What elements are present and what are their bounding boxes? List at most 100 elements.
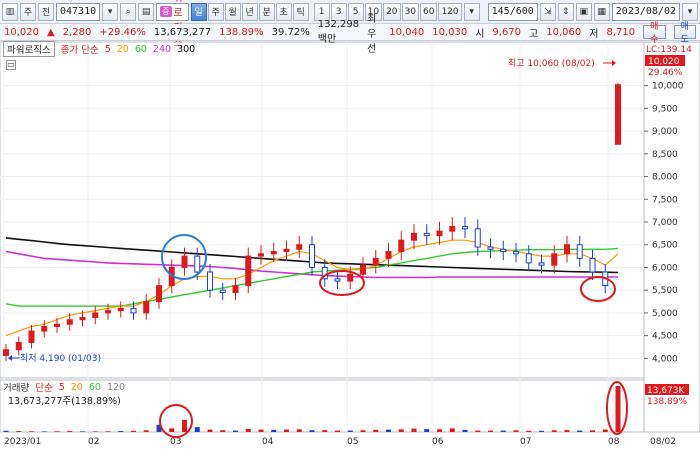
candle-body [487,246,494,250]
bar-count-input[interactable]: 145 /600 [487,2,538,21]
trade-amount: 132,298백만 [317,19,360,45]
volume-bar [577,430,583,432]
candle-body [474,228,481,248]
all-toggle-button[interactable]: 전 [38,2,54,21]
price-change: 2,280 [62,26,92,38]
date-dropdown-icon[interactable]: ▾ [682,2,698,21]
chart-type-icon[interactable]: ▤ [138,2,155,21]
zoom-icon[interactable]: ⇲ [539,2,556,21]
calendar-icon[interactable]: ▦ [593,2,610,21]
search-icon[interactable]: ⌕ [120,2,137,21]
interval-tabs: 1 3 5 10 20 30 60 120 [313,2,462,21]
volume-bar [398,429,404,432]
legend-stock-name[interactable]: 파워로직스 [3,41,55,57]
vol-pct-tag: 138.89% [647,397,687,407]
legend-ma-60[interactable]: 60 [135,44,147,55]
quote-bar: 10,020 ▲ 2,280 +29.46% 13,673,277 138.89… [0,14,700,55]
legend-ma-240[interactable]: 240 [153,44,171,55]
x-tick-label: 02 [88,437,99,447]
y-tick-label: 6,000 [652,263,678,273]
period-tab-6[interactable]: 틱 [292,2,309,21]
interval-tab-3[interactable]: 3 [330,2,347,21]
sell-button[interactable]: 매도 [673,22,696,45]
buy-button[interactable]: 매수 [643,22,666,45]
volume-bar [513,430,519,432]
best-bid: 10,030 [432,26,468,38]
period-selector[interactable]: 주 [20,2,36,21]
legend-collapse-icon[interactable]: ▭ [6,60,16,70]
candle-body [79,316,86,321]
period-tab-1[interactable]: 주 [207,2,224,21]
legend-volume-ma-label: 단순 [35,383,53,394]
y-tick-label: 9,500 [652,104,678,114]
candle-body [615,84,621,145]
expand-icon[interactable]: ⇕ [557,2,574,21]
stock-name-field[interactable]: 증 파워로직스 [156,0,189,49]
interval-tab-120[interactable]: 120 [438,2,462,21]
volume-bar [526,430,532,432]
date-axis: 2023/01 02 03 04 05 06 07 08 08/02 [4,437,676,447]
volume-bar [500,430,506,432]
candle-body [347,273,354,282]
chart-menu-icon[interactable]: ▥ [2,2,18,21]
volume-bar [220,430,226,432]
legend-volume-periods: 5 20 60 120 [59,382,125,393]
y-tick-label: 8,000 [652,173,678,183]
y-tick-label: 9,000 [652,127,678,137]
period-tab-0[interactable]: 일 [190,2,207,21]
stock-code-input[interactable]: 047310 [56,2,101,21]
legend-ma-periods: 5 20 60 240 300 [105,44,196,55]
interval-tab-60[interactable]: 60 [419,2,438,21]
volume-bar [615,386,621,432]
volume-bar [245,428,251,432]
period-tab-4[interactable]: 분 [258,2,275,21]
period-tab-3[interactable]: 년 [241,2,258,21]
legend-ma-20[interactable]: 20 [117,44,129,55]
candle-body [232,285,239,293]
volume-bar [131,430,136,432]
legend-vol-ma-20[interactable]: 20 [71,382,83,393]
candle-body [28,330,35,343]
interval-tab-5[interactable]: 5 [347,2,364,21]
candle-body [551,253,558,266]
date-input[interactable]: 2023/08/02 [611,2,680,21]
candle-body [296,244,303,250]
legend-vol-ma-5[interactable]: 5 [59,382,65,393]
candle-body [564,244,570,255]
legend-ma-5[interactable]: 5 [105,44,111,55]
legend-ma-label: 종가 단순 [60,45,99,56]
interval-dropdown-icon[interactable]: ▾ [463,2,480,21]
period-tab-5[interactable]: 초 [275,2,292,21]
interval-tab-20[interactable]: 20 [383,2,401,21]
low-annotation: 최저 4,190 (01/03) [8,353,101,364]
y-tick-label: 6,500 [652,241,678,251]
interval-tab-30[interactable]: 30 [401,2,419,21]
bar-count-total: /600 [509,6,534,17]
legend-vol-ma-120[interactable]: 120 [107,382,125,393]
legend-vol-ma-60[interactable]: 60 [89,382,101,393]
volume-bar [424,429,430,432]
low-label-text: 저 [589,28,599,40]
candle-body [500,248,507,253]
candle-body [525,253,532,264]
candle-body [105,310,111,314]
candle-body [92,312,99,318]
volume-bar [564,430,570,432]
candle-body [219,289,226,293]
high-label-text: 고 [529,28,539,40]
candle-body [130,307,137,314]
volume-bar [475,430,481,432]
save-icon[interactable]: ▣ [575,2,592,21]
low-label: 최저 4,190 (01/03) [20,353,101,364]
volume-bar [271,429,277,432]
period-tab-2[interactable]: 월 [224,2,241,21]
interval-tab-1[interactable]: 1 [313,2,330,21]
candle-body [538,262,545,266]
price-change-pct: +29.46% [99,26,146,38]
open-price: 9,670 [492,26,522,38]
candle-body [360,264,366,275]
y-tick-label: 7,000 [652,218,678,228]
volume-bar [67,431,73,432]
code-dropdown-icon[interactable]: ▾ [102,2,119,21]
legend-ma-300[interactable]: 300 [177,44,195,55]
